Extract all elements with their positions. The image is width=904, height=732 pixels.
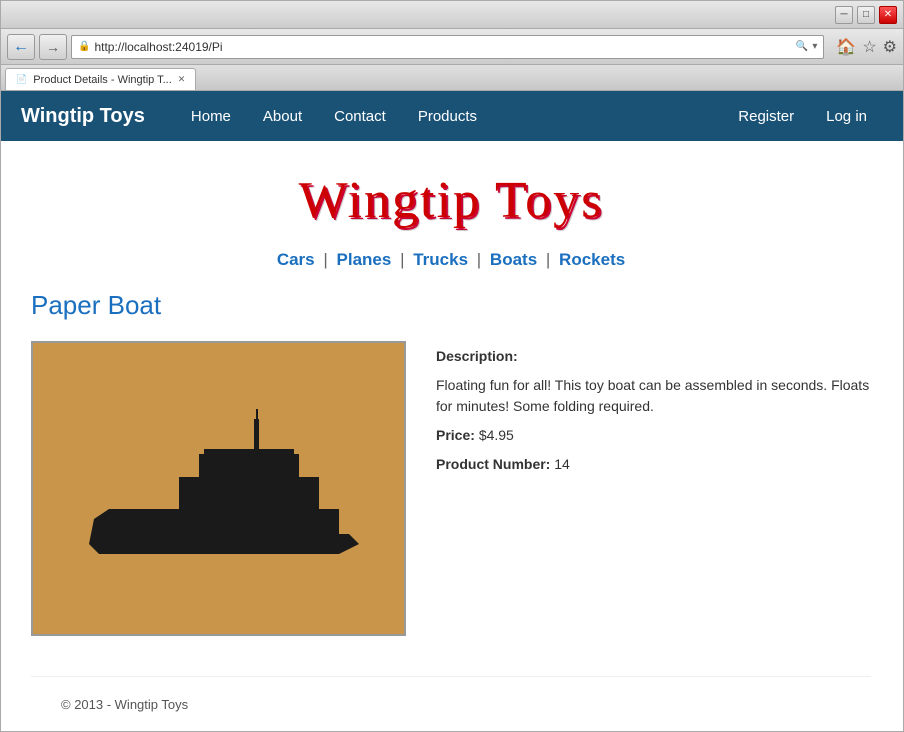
nav-links: Home About Contact Products: [175, 108, 722, 125]
browser-toolbar: ← → 🔒 http://localhost:24019/Pi 🔍 ▾ 🏠 ☆ …: [1, 29, 903, 65]
sep-4: |: [546, 250, 550, 269]
nav-about[interactable]: About: [247, 108, 318, 125]
category-cars[interactable]: Cars: [277, 250, 315, 269]
page-content: Wingtip Toys Home About Contact Products…: [1, 91, 903, 731]
site-logo: Wingtip Toys: [31, 161, 871, 250]
favorites-icon[interactable]: ☆: [862, 37, 876, 57]
product-number-label: Product Number:: [436, 456, 550, 472]
search-icon: 🔍: [796, 41, 808, 52]
address-icon: 🔒: [78, 41, 90, 52]
browser-toolbar-icons: 🏠 ☆ ⚙: [836, 37, 897, 57]
category-rockets[interactable]: Rockets: [559, 250, 625, 269]
description-label: Description:: [436, 348, 518, 364]
site-nav: Wingtip Toys Home About Contact Products…: [1, 91, 903, 141]
dropdown-icon[interactable]: ▾: [812, 41, 817, 52]
sep-3: |: [477, 250, 481, 269]
nav-products[interactable]: Products: [402, 108, 493, 125]
product-image: [31, 341, 406, 636]
main-content: Wingtip Toys Cars | Planes | Trucks | Bo…: [1, 141, 901, 731]
nav-right: Register Log in: [722, 108, 883, 125]
tab-close-button[interactable]: ✕: [178, 74, 186, 85]
home-icon[interactable]: 🏠: [836, 37, 856, 57]
footer-text: © 2013 - Wingtip Toys: [61, 697, 188, 712]
sep-2: |: [400, 250, 404, 269]
forward-button[interactable]: →: [39, 34, 67, 60]
active-tab[interactable]: 📄 Product Details - Wingtip T... ✕: [5, 68, 196, 90]
boat-illustration: [59, 389, 379, 589]
price-value: $4.95: [479, 427, 514, 443]
tab-title: Product Details - Wingtip T...: [33, 74, 172, 86]
tab-bar: 📄 Product Details - Wingtip T... ✕: [1, 65, 903, 91]
product-title: Paper Boat: [31, 290, 871, 321]
nav-login[interactable]: Log in: [810, 108, 883, 125]
site-brand[interactable]: Wingtip Toys: [21, 105, 145, 128]
settings-icon[interactable]: ⚙: [883, 37, 897, 57]
minimize-button[interactable]: ─: [835, 6, 853, 24]
price-label: Price:: [436, 427, 475, 443]
close-button[interactable]: ✕: [879, 6, 897, 24]
back-button[interactable]: ←: [7, 34, 35, 60]
maximize-button[interactable]: □: [857, 6, 875, 24]
product-number-value: 14: [554, 456, 570, 472]
title-bar: ─ □ ✕: [1, 1, 903, 29]
nav-home[interactable]: Home: [175, 108, 247, 125]
nav-register[interactable]: Register: [722, 108, 810, 125]
category-trucks[interactable]: Trucks: [413, 250, 468, 269]
product-layout: Description: Floating fun for all! This …: [31, 341, 871, 636]
tab-icon: 📄: [16, 74, 27, 85]
address-text: http://localhost:24019/Pi: [94, 40, 791, 54]
sep-1: |: [323, 250, 327, 269]
site-footer: © 2013 - Wingtip Toys: [31, 676, 871, 731]
nav-contact[interactable]: Contact: [318, 108, 402, 125]
category-boats[interactable]: Boats: [490, 250, 537, 269]
browser-window: ─ □ ✕ ← → 🔒 http://localhost:24019/Pi 🔍 …: [0, 0, 904, 732]
category-planes[interactable]: Planes: [337, 250, 392, 269]
product-details: Description: Floating fun for all! This …: [436, 341, 871, 483]
category-links: Cars | Planes | Trucks | Boats | Rockets: [31, 250, 871, 270]
description-text: Floating fun for all! This toy boat can …: [436, 375, 871, 417]
address-bar[interactable]: 🔒 http://localhost:24019/Pi 🔍 ▾: [71, 35, 824, 59]
